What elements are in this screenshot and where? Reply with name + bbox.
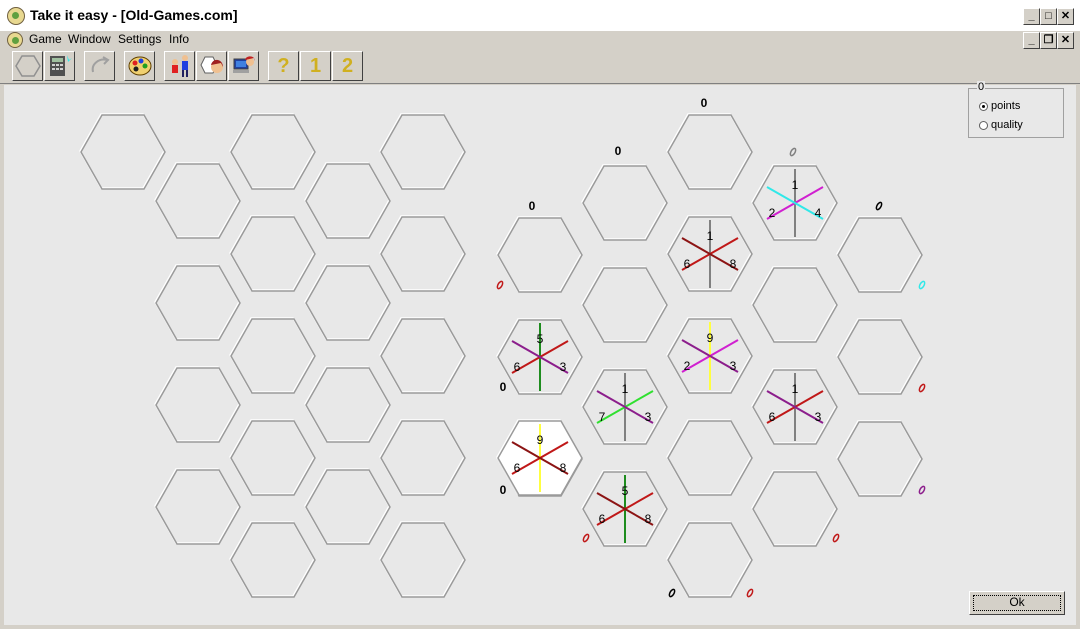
board-hex-slot[interactable] [836, 318, 923, 395]
row-score: 0 [500, 380, 507, 394]
edge-marker [746, 588, 754, 598]
tile-left-number: 2 [684, 359, 691, 373]
board-hex-slot[interactable] [666, 113, 753, 190]
reference-hex-slot[interactable] [154, 264, 241, 341]
tile-vertical-number: 1 [792, 382, 799, 396]
placed-tile[interactable]: 1 7 3 [581, 368, 668, 445]
tile-vertical-number: 9 [707, 331, 714, 345]
quality-label: quality [991, 119, 1023, 131]
edge-marker [496, 280, 504, 290]
reference-hex-slot[interactable] [154, 366, 241, 443]
column-score: 0 [529, 199, 536, 213]
tile-vertical-number: 1 [707, 229, 714, 243]
tile-vertical-number: 9 [537, 433, 544, 447]
edge-marker [668, 588, 676, 598]
board-hex-slot[interactable] [836, 216, 923, 293]
tile-vertical-number: 5 [537, 332, 544, 346]
placed-tile[interactable]: 1 6 8 [666, 215, 753, 292]
tile-right-number: 3 [815, 410, 822, 424]
edge-marker [789, 147, 797, 157]
column-score: 0 [615, 144, 622, 158]
reference-hex-slot[interactable] [79, 113, 166, 190]
score-mode-caption: 0 [977, 81, 986, 93]
radio-off-icon[interactable] [979, 120, 988, 130]
radio-on-icon[interactable] [979, 101, 988, 111]
tile-left-number: 6 [514, 360, 521, 374]
edge-marker [875, 201, 883, 211]
points-label: points [991, 100, 1021, 112]
edge-marker [582, 533, 590, 543]
tile-right-number: 8 [730, 257, 737, 271]
edge-marker [918, 280, 926, 290]
tile-right-number: 3 [560, 360, 567, 374]
reference-hex-slot[interactable] [229, 317, 316, 394]
tile-vertical-number: 1 [622, 382, 629, 396]
tile-right-number: 4 [815, 206, 822, 220]
quality-option[interactable]: quality [979, 119, 1023, 131]
tile-left-number: 7 [599, 410, 606, 424]
tile-right-number: 3 [730, 359, 737, 373]
tile-left-number: 6 [684, 257, 691, 271]
tile-right-number: 8 [645, 512, 652, 526]
reference-hex-slot[interactable] [154, 468, 241, 545]
tile-vertical-number: 5 [622, 484, 629, 498]
board-hex-slot[interactable] [581, 266, 668, 343]
reference-hex-slot[interactable] [304, 468, 391, 545]
tile-left-number: 6 [599, 512, 606, 526]
reference-hex-slot[interactable] [229, 215, 316, 292]
reference-hex-slot[interactable] [379, 521, 466, 598]
edge-marker [918, 485, 926, 495]
board-hex-slot[interactable] [751, 470, 838, 547]
reference-hex-slot[interactable] [304, 264, 391, 341]
column-score: 0 [701, 96, 708, 110]
board-hex-slot[interactable] [751, 266, 838, 343]
tile-right-number: 8 [560, 461, 567, 475]
reference-hex-slot[interactable] [229, 521, 316, 598]
placed-tile[interactable]: 1 6 3 [751, 368, 838, 445]
board-hex-slot[interactable] [581, 164, 668, 241]
row-score: 0 [500, 483, 507, 497]
board-hex-slot[interactable] [666, 521, 753, 598]
reference-hex-slot[interactable] [229, 113, 316, 190]
score-mode-group: 0 points quality [968, 81, 1064, 138]
reference-hex-slot[interactable] [304, 162, 391, 239]
tile-left-number: 6 [514, 461, 521, 475]
board-canvas: 5 6 3 1 7 3 5 6 8 1 6 8 9 2 3 1 2 4 1 6 3 9 6 8 0 0 0 0 0 [79, 96, 926, 598]
reference-hex-slot[interactable] [379, 215, 466, 292]
board-hex-slot[interactable] [496, 216, 583, 293]
reference-hex-slot[interactable] [304, 366, 391, 443]
placed-tile[interactable]: 9 2 3 [666, 317, 753, 394]
placed-tile[interactable]: 1 2 4 [751, 164, 838, 241]
tile-right-number: 3 [645, 410, 652, 424]
reference-hex-slot[interactable] [154, 162, 241, 239]
reference-hex-slot[interactable] [229, 419, 316, 496]
reference-hex-slot[interactable] [379, 419, 466, 496]
reference-hex-slot[interactable] [379, 317, 466, 394]
points-option[interactable]: points [979, 100, 1020, 112]
reference-hex-slot[interactable] [379, 113, 466, 190]
board-hex-slot[interactable] [666, 419, 753, 496]
next-tile[interactable]: 9 6 8 [496, 419, 583, 496]
tile-left-number: 6 [769, 410, 776, 424]
placed-tile[interactable]: 5 6 3 [496, 318, 583, 395]
board-hex-slot[interactable] [836, 420, 923, 497]
placed-tile[interactable]: 5 6 8 [581, 470, 668, 547]
tile-left-number: 2 [769, 206, 776, 220]
ok-button[interactable]: Ok [969, 591, 1065, 615]
edge-marker [832, 533, 840, 543]
edge-marker [918, 383, 926, 393]
tile-vertical-number: 1 [792, 178, 799, 192]
